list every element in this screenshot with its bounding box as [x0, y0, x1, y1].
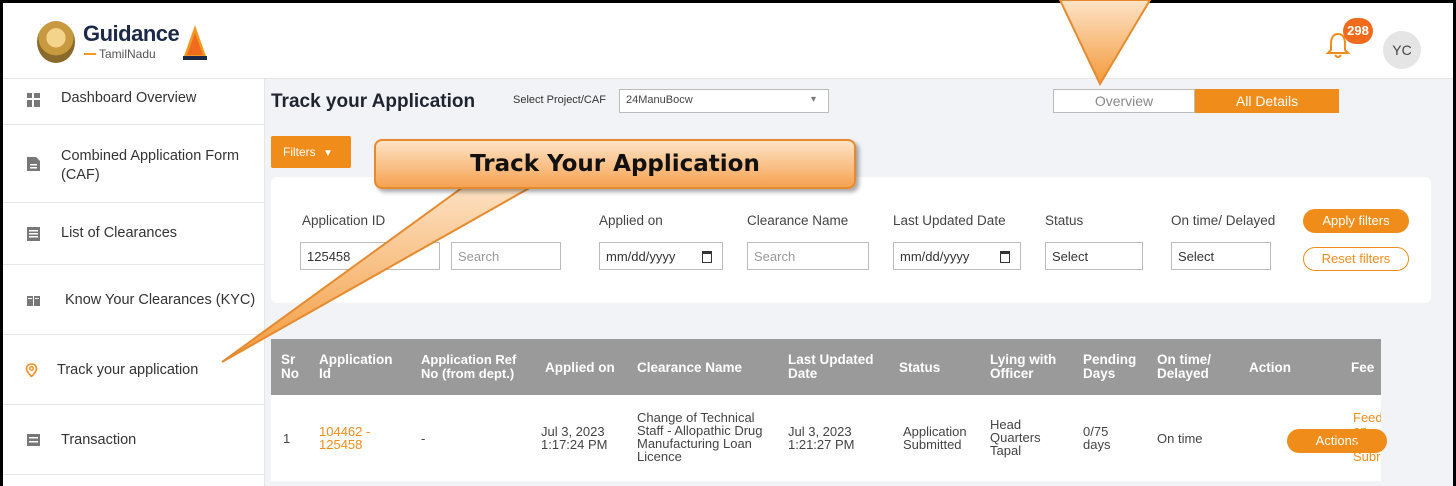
col-clearance-name: Clearance Name — [637, 360, 743, 375]
applied-on-label: Applied on — [599, 213, 663, 228]
project-select[interactable]: 24ManuBocw — [619, 89, 829, 113]
clearance-name-search-input[interactable]: Search — [747, 242, 869, 270]
notification-badge[interactable]: 298 — [1343, 18, 1373, 44]
logo-text: Guidance — [83, 21, 180, 46]
sidebar-item-track[interactable]: Track your application — [3, 335, 265, 405]
col-last-updated: Last Updated Date — [788, 352, 874, 381]
transaction-icon — [27, 434, 40, 446]
apply-filters-button[interactable]: Apply filters — [1303, 209, 1409, 233]
logo-subtext: TamilNadu — [84, 47, 156, 61]
table-header: Sr No Application Id Application Ref No … — [271, 339, 1381, 395]
sidebar-item-label: Track your application — [57, 362, 199, 378]
cell-ontime: On time — [1157, 431, 1203, 446]
view-toggle: Overview All Details — [1053, 89, 1339, 113]
sidebar: Dashboard Overview Combined Application … — [3, 79, 265, 486]
ref-no-search-input[interactable]: Search — [451, 242, 561, 270]
col-ontime: On time/ Delayed — [1157, 352, 1212, 381]
sidebar-item-label: Know Your Clearances (KYC) — [65, 292, 256, 308]
tn-emblem-icon — [37, 21, 75, 63]
application-id-input[interactable]: 125458 — [300, 242, 440, 270]
last-updated-label: Last Updated Date — [893, 213, 1006, 228]
cell-sr-no: 1 — [283, 431, 291, 446]
cell-ref-no: - — [421, 431, 426, 446]
cell-status: Application Submitted — [903, 424, 967, 452]
sidebar-item-dashboard[interactable]: Dashboard Overview — [3, 79, 265, 125]
reset-filters-button[interactable]: Reset filters — [1303, 247, 1409, 271]
callout-label: Track Your Application — [374, 139, 856, 189]
col-ref-no: Application Ref No (from dept.) — [421, 352, 517, 381]
location-pin-icon — [25, 363, 38, 377]
caret-down-icon: ▼ — [323, 148, 333, 159]
col-pending-days: Pending Days — [1083, 352, 1137, 381]
status-label: Status — [1045, 213, 1084, 228]
sidebar-item-clearances[interactable]: List of Clearances — [3, 203, 265, 265]
col-feedback: Fee — [1351, 361, 1375, 375]
col-applied-on: Applied on — [545, 360, 615, 375]
applied-on-date-input[interactable]: mm/dd/yyyy — [599, 242, 723, 270]
application-id-label: Application ID — [302, 213, 386, 228]
book-icon — [27, 296, 40, 306]
logo-mark-icon — [183, 25, 207, 60]
col-action: Action — [1249, 360, 1291, 375]
cell-feedback-link[interactable]: Feed on Appl Subr — [1353, 411, 1381, 463]
sidebar-item-transaction[interactable]: Transaction — [3, 405, 265, 475]
col-application-id: Application Id — [319, 352, 393, 381]
cell-applied-on: Jul 3, 2023 1:17:24 PM — [541, 424, 608, 452]
grid-icon — [27, 93, 40, 107]
col-status: Status — [899, 360, 941, 375]
ontime-label: On time/ Delayed — [1171, 213, 1276, 228]
col-officer: Lying with Officer — [990, 352, 1057, 381]
overview-tab[interactable]: Overview — [1053, 89, 1195, 113]
last-updated-date-input[interactable]: mm/dd/yyyy — [893, 242, 1021, 270]
app-frame: Guidance TamilNadu 298 YC Dashboard Over… — [0, 0, 1456, 486]
cell-last-updated: Jul 3, 2023 1:21:27 PM — [788, 424, 855, 452]
status-select[interactable]: Select — [1045, 242, 1143, 270]
table-row: 1 104462 - 125458 - Jul 3, 2023 1:17:24 … — [271, 395, 1387, 481]
filter-panel: Application ID 125458 Search Applied on … — [271, 177, 1431, 303]
sidebar-item-label: Transaction — [61, 432, 137, 448]
document-icon — [27, 157, 40, 171]
sidebar-item-label: List of Clearances — [61, 225, 178, 241]
sidebar-item-label: Dashboard Overview — [61, 90, 197, 106]
filters-button[interactable]: Filters ▼ — [271, 136, 351, 168]
cell-clearance-name: Change of Technical Staff - Allopathic D… — [637, 410, 763, 464]
select-project-label: Select Project/CAF — [513, 94, 606, 106]
clearance-name-label: Clearance Name — [747, 213, 849, 228]
ontime-select[interactable]: Select — [1171, 242, 1271, 270]
sidebar-item-kyc[interactable]: Know Your Clearances (KYC) — [3, 265, 265, 335]
all-details-tab[interactable]: All Details — [1195, 89, 1339, 113]
sidebar-item-label: Combined Application Form (CAF) — [61, 148, 240, 183]
filters-button-label: Filters — [283, 145, 316, 159]
cell-officer: Head Quarters Tapal — [990, 417, 1041, 458]
cell-pending-days: 0/75 days — [1083, 424, 1111, 452]
col-sr-no: Sr No — [281, 352, 299, 381]
cell-application-id-link[interactable]: 104462 - 125458 — [319, 425, 389, 451]
sidebar-item-caf[interactable]: Combined Application Form (CAF) — [3, 125, 265, 203]
page-title: Track your Application — [271, 91, 476, 112]
user-avatar[interactable]: YC — [1383, 31, 1421, 69]
top-header: Guidance TamilNadu 298 YC — [3, 3, 1453, 79]
list-icon — [27, 227, 40, 241]
